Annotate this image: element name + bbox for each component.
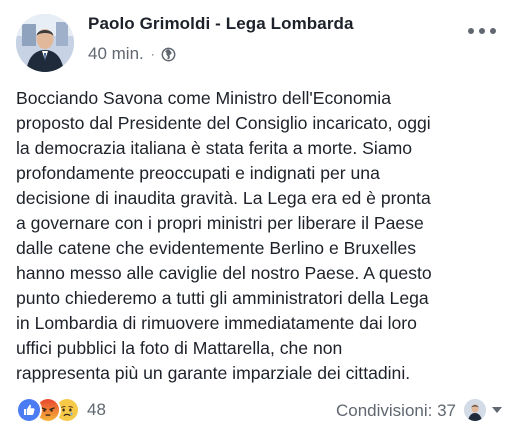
like-reaction-icon <box>16 397 42 423</box>
sharer-avatar[interactable] <box>464 399 486 421</box>
post-text-line: proposto dal Presidente del Consiglio in… <box>16 113 431 133</box>
more-dot <box>490 28 496 34</box>
post-text-line: profondamente preoccupati e indignati pe… <box>16 163 380 183</box>
post-text-line: decisione di inaudita gravità. La Lega e… <box>16 188 431 208</box>
post-text-line: a governare con i propri ministri per li… <box>16 213 424 233</box>
post-text-line: rappresenta più un garante imparziale de… <box>16 363 411 383</box>
post-text-line: in Lombardia di rimuovere immediatamente… <box>16 313 417 333</box>
avatar-image <box>16 14 74 72</box>
post-text-line: uffici pubblici la foto di Mattarella, c… <box>16 338 343 358</box>
meta-separator: · <box>150 47 155 61</box>
post-text-line: Bocciando Savona come Ministro dell'Econ… <box>16 88 391 108</box>
post-meta: 40 min. · <box>88 44 176 64</box>
more-options-icon[interactable] <box>468 24 496 38</box>
post-text: Bocciando Savona come Ministro dell'Econ… <box>16 86 502 386</box>
post-text-line: dalle catene che evidentemente Berlino e… <box>16 238 417 258</box>
facebook-post: Paolo Grimoldi - Lega Lombarda 40 min. ·… <box>0 0 510 435</box>
author-avatar[interactable] <box>16 14 74 72</box>
post-text-line: punto chiederemo a tutti gli amministrat… <box>16 288 429 308</box>
reactions-summary[interactable]: 48 <box>16 397 106 423</box>
sharer-avatar-image <box>464 399 486 421</box>
reaction-count[interactable]: 48 <box>87 400 106 420</box>
author-name[interactable]: Paolo Grimoldi - Lega Lombarda <box>88 14 354 34</box>
more-dot <box>479 28 485 34</box>
more-dot <box>468 28 474 34</box>
post-footer: 48 Condivisioni: 37 <box>0 391 510 431</box>
chevron-down-icon[interactable] <box>492 407 502 413</box>
post-timestamp[interactable]: 40 min. <box>88 44 144 64</box>
globe-icon[interactable] <box>161 47 176 62</box>
post-text-line: la democrazia italiana è stata ferita a … <box>16 138 413 158</box>
shares-count[interactable]: Condivisioni: 37 <box>336 401 456 421</box>
post-text-line: hanno messo alle caviglie del nostro Pae… <box>16 263 432 283</box>
